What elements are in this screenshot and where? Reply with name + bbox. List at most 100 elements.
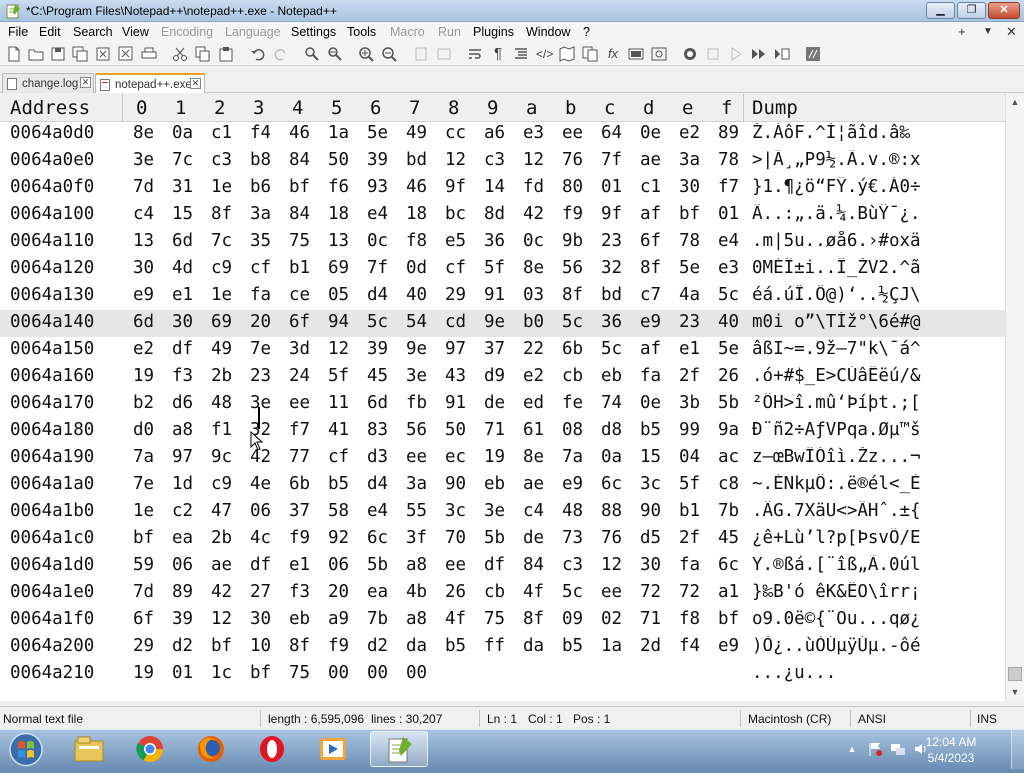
hex-byte-cell[interactable]: b1 xyxy=(289,258,310,278)
hex-byte-cell[interactable]: 69 xyxy=(328,258,349,278)
hex-byte-cell[interactable]: 3a xyxy=(406,474,427,494)
hex-byte-cell[interactable]: 99 xyxy=(679,420,700,440)
row-dump-text[interactable]: âßI~=.9ž—7"k\¯á^ xyxy=(752,339,964,359)
hex-byte-cell[interactable]: 5e xyxy=(718,339,739,359)
hex-byte-cell[interactable]: 69 xyxy=(211,312,232,332)
hex-byte-cell[interactable]: 29 xyxy=(133,636,154,656)
hex-byte-cell[interactable]: 4f xyxy=(523,582,544,602)
hex-byte-cell[interactable]: bf xyxy=(679,204,700,224)
hex-byte-cell[interactable]: 30 xyxy=(133,258,154,278)
hex-byte-cell[interactable]: c3 xyxy=(484,150,505,170)
hex-byte-cell[interactable]: 75 xyxy=(289,663,310,683)
hex-byte-cell[interactable]: 71 xyxy=(640,609,661,629)
maximize-button[interactable]: ❐ xyxy=(957,2,986,19)
hex-byte-cell[interactable]: e1 xyxy=(679,339,700,359)
row-dump-text[interactable]: 0MÉÏ±i..Ï_ŽV2.^ã xyxy=(752,258,964,278)
hex-byte-cell[interactable]: 01 xyxy=(172,663,193,683)
hex-byte-cell[interactable]: f8 xyxy=(406,231,427,251)
hex-byte-cell[interactable]: 80 xyxy=(562,177,583,197)
hex-byte-cell[interactable]: 32 xyxy=(601,258,622,278)
hex-byte-cell[interactable]: 7a xyxy=(562,447,583,467)
hex-byte-cell[interactable]: a8 xyxy=(172,420,193,440)
hex-byte-cell[interactable]: 19 xyxy=(484,447,505,467)
xml-tag-icon[interactable]: </> xyxy=(536,46,553,62)
hex-byte-cell[interactable]: 30 xyxy=(679,177,700,197)
hex-byte-cell[interactable]: 59 xyxy=(133,555,154,575)
hex-byte-cell[interactable]: df xyxy=(484,555,505,575)
hex-byte-cell[interactable]: 5f xyxy=(328,366,349,386)
hex-byte-cell[interactable]: 8f xyxy=(640,258,661,278)
hex-byte-cell[interactable]: 09 xyxy=(562,609,583,629)
hex-row[interactable]: 0064a0d0 8e 0a c1 f4 46 1a 5e 49 cc a6 e3 ee 64 0e e2 89… xyxy=(0,121,1005,148)
hex-row[interactable]: 0064a1a0 7e 1d c9 4e 6b b5 d4 3a 90 eb ae e9 6c 3c 5f c8… xyxy=(0,472,1005,499)
tab-notepad-exe[interactable]: notepad++.exe ✕ xyxy=(95,73,205,93)
hex-byte-cell[interactable]: f9 xyxy=(328,636,349,656)
hex-byte-cell[interactable]: e5 xyxy=(445,231,466,251)
hex-byte-cell[interactable]: d9 xyxy=(484,366,505,386)
hex-byte-cell[interactable]: 9f xyxy=(601,204,622,224)
row-dump-text[interactable]: .ÂG.7XäU<>ÄHˆ.±{ xyxy=(752,501,964,521)
status-encoding[interactable]: ANSI xyxy=(858,712,886,726)
hex-byte-cell[interactable]: 24 xyxy=(289,366,310,386)
menu-plugins[interactable]: Plugins xyxy=(473,25,514,39)
hex-byte-cell[interactable]: e9 xyxy=(133,285,154,305)
menu-view[interactable]: View xyxy=(122,25,149,39)
hex-byte-cell[interactable]: df xyxy=(172,339,193,359)
hex-byte-cell[interactable]: f4 xyxy=(250,123,271,143)
hex-byte-cell[interactable]: bf xyxy=(289,177,310,197)
hex-byte-cell[interactable]: 90 xyxy=(640,501,661,521)
hex-byte-cell[interactable]: c1 xyxy=(640,177,661,197)
hex-byte-cell[interactable]: 01 xyxy=(601,177,622,197)
row-dump-text[interactable]: ~.ÉNkµÔ:.ë®él<_È xyxy=(752,474,964,494)
hex-byte-cell[interactable]: 26 xyxy=(445,582,466,602)
hex-byte-cell[interactable]: 02 xyxy=(601,609,622,629)
save-all-icon[interactable] xyxy=(72,46,88,62)
hex-byte-cell[interactable]: 46 xyxy=(289,123,310,143)
hex-byte-cell[interactable]: 5f xyxy=(679,474,700,494)
hex-byte-cell[interactable]: 11 xyxy=(328,393,349,413)
hex-byte-cell[interactable]: ee xyxy=(601,582,622,602)
row-dump-text[interactable]: ...¿u... xyxy=(752,663,964,683)
hex-byte-cell[interactable]: c4 xyxy=(523,501,544,521)
hex-byte-cell[interactable]: 9a xyxy=(718,420,739,440)
hex-byte-cell[interactable]: e9 xyxy=(562,474,583,494)
zoom-out-icon[interactable] xyxy=(381,46,397,62)
hex-byte-cell[interactable]: 1d xyxy=(172,474,193,494)
taskbar-chrome[interactable] xyxy=(121,731,179,767)
hex-byte-cell[interactable]: 56 xyxy=(406,420,427,440)
hex-byte-cell[interactable]: 29 xyxy=(445,285,466,305)
hex-byte-cell[interactable]: ee xyxy=(406,447,427,467)
hex-byte-cell[interactable]: ee xyxy=(445,555,466,575)
sync-horizontal-icon[interactable] xyxy=(436,46,452,62)
menu-run[interactable]: Run xyxy=(438,25,461,39)
tab-close-icon[interactable]: ✕ xyxy=(80,77,91,88)
title-bar[interactable]: *C:\Program Files\Notepad++\notepad++.ex… xyxy=(0,0,1024,22)
hex-byte-cell[interactable]: ea xyxy=(172,528,193,548)
hex-byte-cell[interactable]: 9e xyxy=(484,312,505,332)
document-list-icon[interactable] xyxy=(582,46,598,62)
hex-byte-cell[interactable]: d5 xyxy=(640,528,661,548)
hex-byte-cell[interactable]: 9f xyxy=(445,177,466,197)
undo-icon[interactable] xyxy=(250,46,266,62)
hex-byte-cell[interactable]: 97 xyxy=(172,447,193,467)
hex-byte-cell[interactable]: 6c xyxy=(601,474,622,494)
hex-row[interactable]: 0064a1c0 bf ea 2b 4c f9 92 6c 3f 70 5b de 73 76 d5 2f 45… xyxy=(0,526,1005,553)
hex-byte-cell[interactable]: 2d xyxy=(640,636,661,656)
hex-byte-cell[interactable]: 76 xyxy=(601,528,622,548)
hex-byte-cell[interactable]: ec xyxy=(445,447,466,467)
hex-byte-cell[interactable]: d6 xyxy=(172,393,193,413)
hex-byte-cell[interactable]: cc xyxy=(445,123,466,143)
hex-byte-cell[interactable]: 37 xyxy=(289,501,310,521)
indent-guide-icon[interactable] xyxy=(513,46,529,62)
hex-byte-cell[interactable]: b5 xyxy=(562,636,583,656)
hex-byte-cell[interactable]: 50 xyxy=(445,420,466,440)
hex-byte-cell[interactable]: b5 xyxy=(328,474,349,494)
row-dump-text[interactable]: éá.úÎ.Ô@)‘..½ÇJ\ xyxy=(752,285,964,305)
hex-byte-cell[interactable]: 4c xyxy=(250,528,271,548)
save-macro-icon[interactable] xyxy=(774,46,790,62)
record-macro-icon[interactable] xyxy=(682,46,698,62)
hex-byte-cell[interactable]: 0a xyxy=(172,123,193,143)
hex-byte-cell[interactable]: fa xyxy=(250,285,271,305)
hex-byte-cell[interactable]: 5b xyxy=(484,528,505,548)
menu-file[interactable]: File xyxy=(8,25,28,39)
